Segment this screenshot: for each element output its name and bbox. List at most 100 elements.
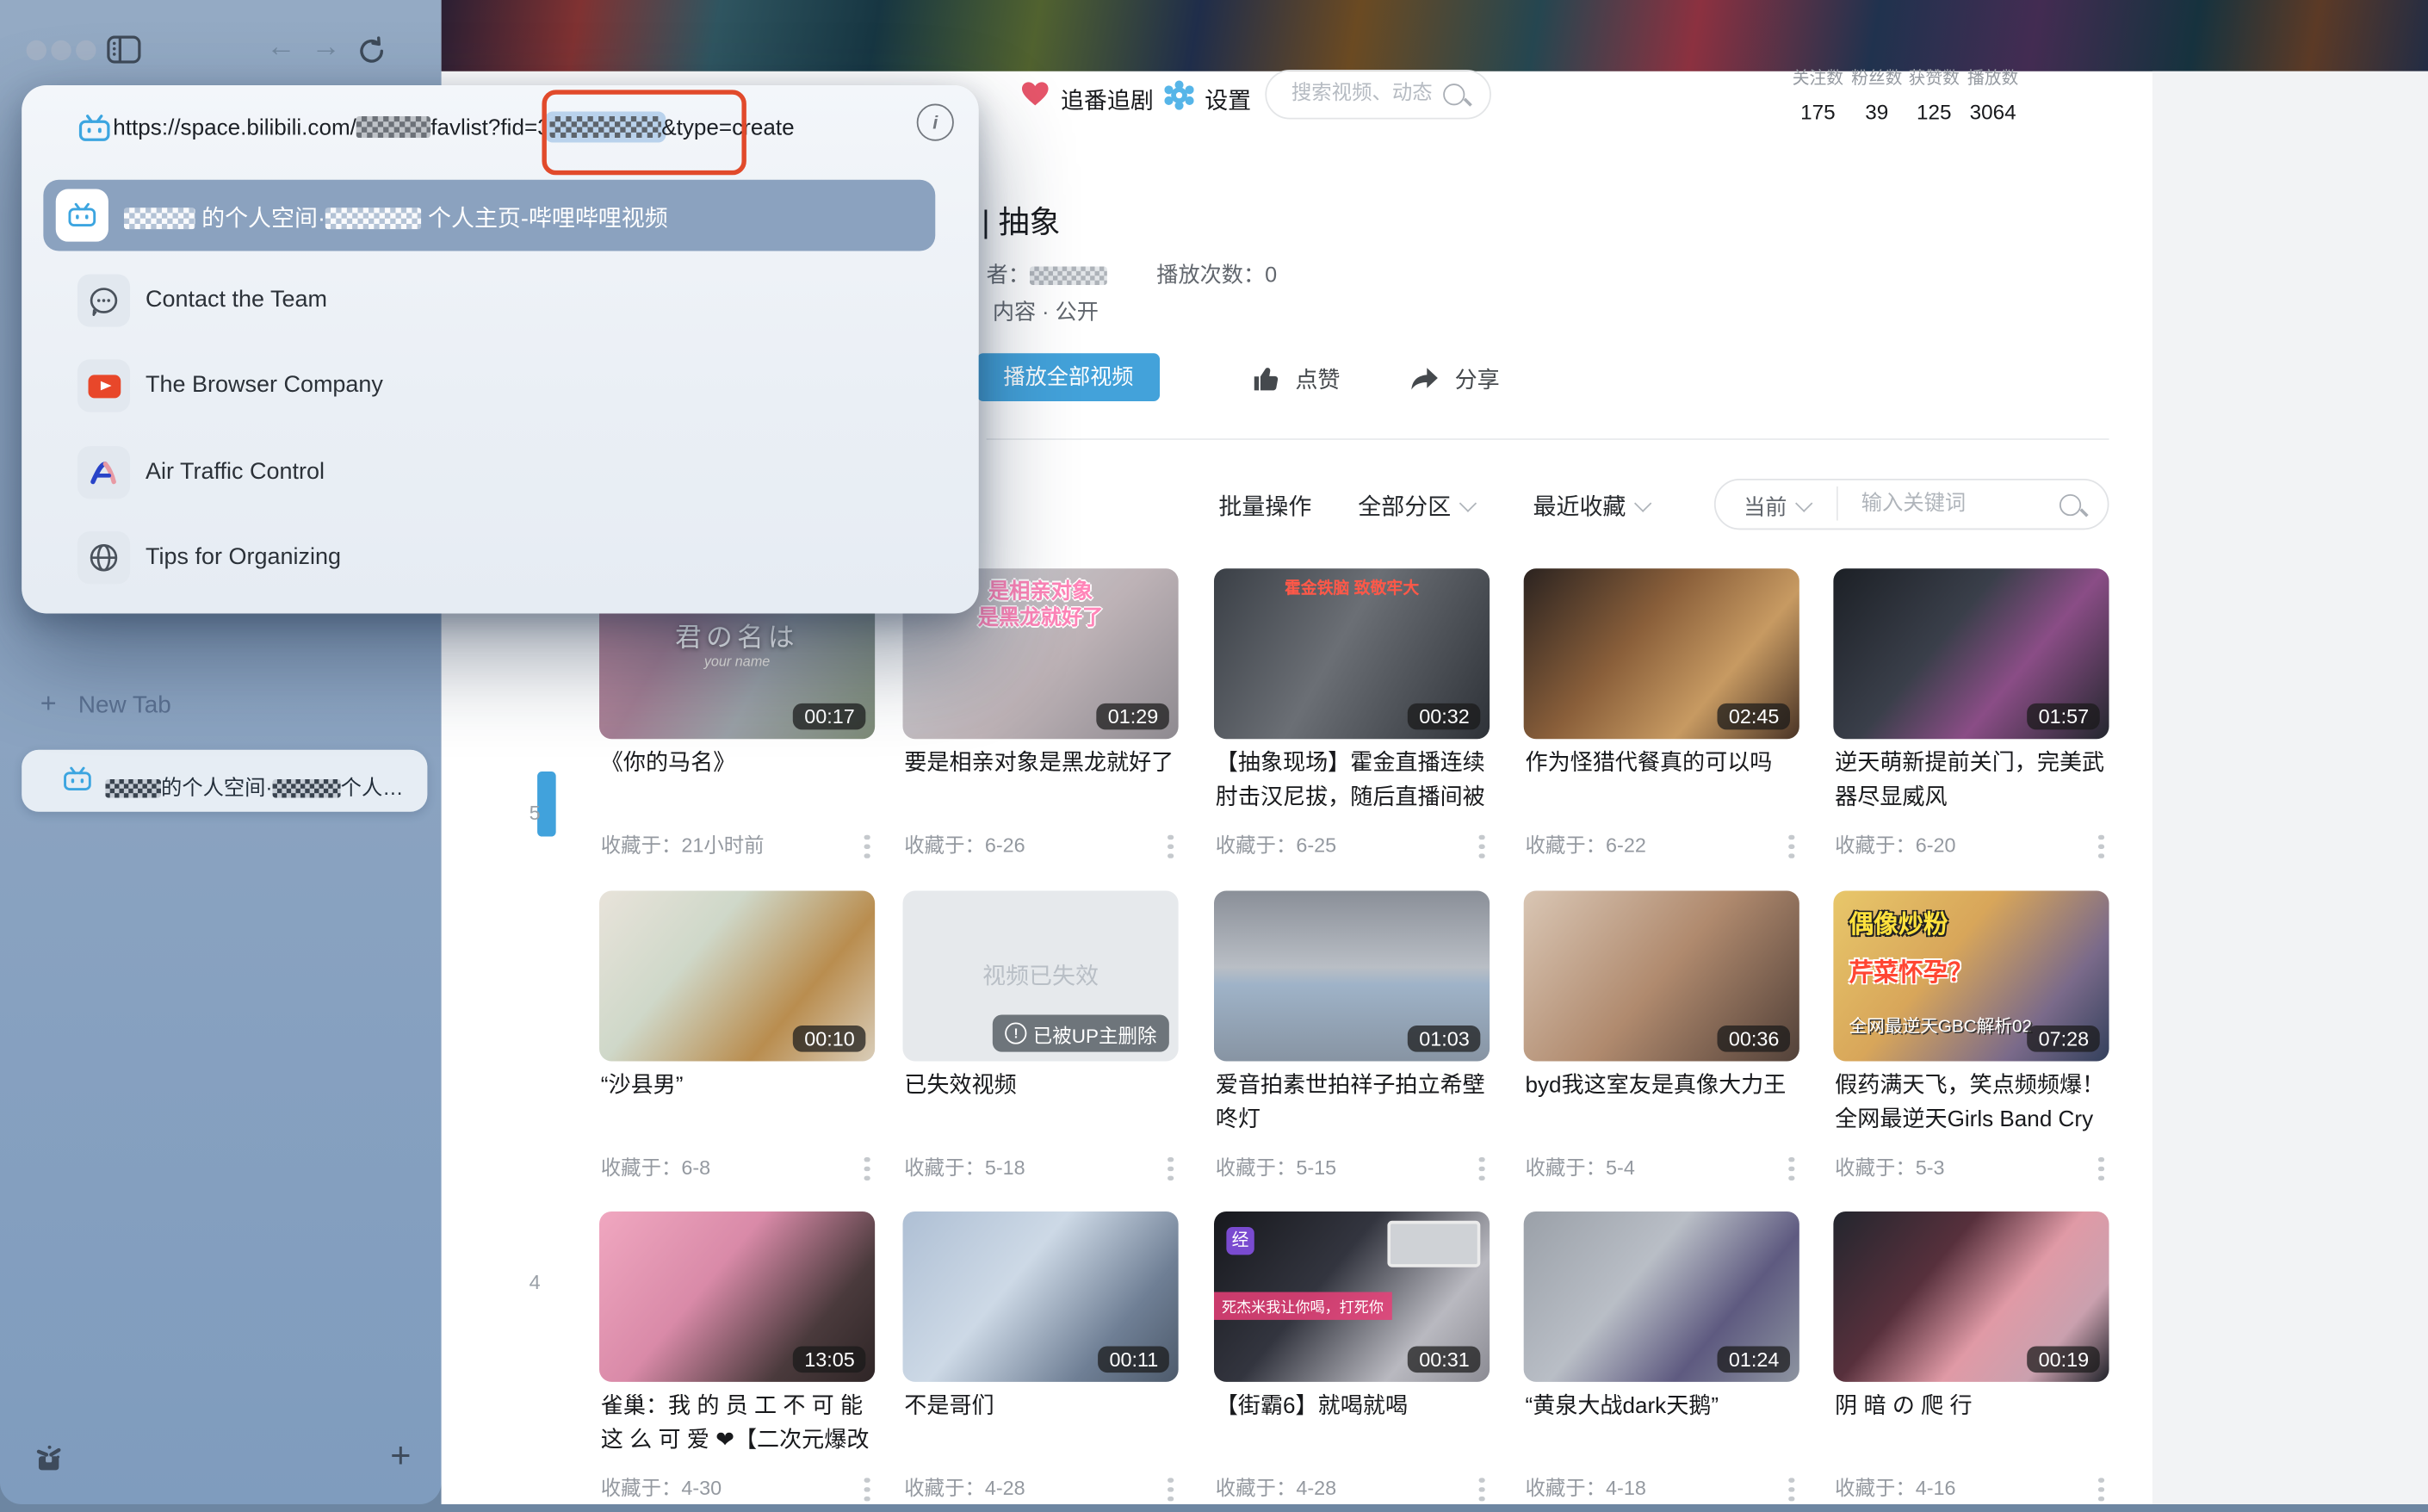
more-icon[interactable] [1168, 830, 1174, 862]
video-thumbnail[interactable]: 13:05 [599, 1211, 875, 1382]
menu-item-browser-company[interactable]: The Browser Company [43, 351, 957, 419]
video-card-invalid[interactable]: 视频已失效 !已被UP主删除 已失效视频 收藏于：5-18 [903, 891, 1179, 1186]
video-card[interactable]: 00:19 阴 暗 の 爬 行 收藏于：4-16 [1833, 1211, 2109, 1504]
video-card[interactable]: 霍金铁脑 致敬牢大 00:32 【抽象现场】霍金直播连续肘击汉尼拔，随后直播间被… [1214, 568, 1490, 863]
more-icon[interactable] [1479, 1473, 1485, 1504]
youtube-icon [77, 359, 130, 412]
video-title[interactable]: 作为怪猎代餐真的可以吗 [1525, 748, 1798, 782]
video-thumbnail[interactable]: 00:11 [903, 1211, 1179, 1382]
suggestion-title: 的个人空间· 个人主页-哔哩哔哩视频 [124, 201, 921, 234]
batch-actions-button[interactable]: 批量操作 [1218, 490, 1311, 523]
sidebar-toggle-icon[interactable] [107, 35, 141, 71]
video-card[interactable]: 01:03 爱音拍素世拍祥子拍立希壁咚灯 收藏于：5-15 [1214, 891, 1490, 1186]
stat-plays[interactable]: 播放数3064 [1962, 65, 2024, 124]
keyword-search-box[interactable]: 当前 [1714, 479, 2109, 530]
duration-badge: 00:11 [1099, 1346, 1169, 1373]
video-title[interactable]: 阴 暗 の 爬 行 [1835, 1391, 2108, 1425]
video-card[interactable]: 01:24 “黄泉大战dark天鹅” 收藏于：4-18 [1524, 1211, 1799, 1504]
video-card[interactable]: 13:05 雀巢：我 的 员 工 不 可 能 这 么 可 爱 ❤【二次元爆改 收… [599, 1211, 875, 1504]
more-icon[interactable] [1168, 1153, 1174, 1185]
video-card[interactable]: 01:57 逆天萌新提前关门，完美武器尽显威风 收藏于：6-20 [1833, 568, 2109, 863]
new-tab-button[interactable]: +New Tab [40, 688, 171, 721]
video-title[interactable]: 不是哥们 [904, 1391, 1177, 1425]
video-thumbnail[interactable]: 00:19 [1833, 1211, 2109, 1382]
scope-dropdown[interactable]: 当前 [1744, 491, 1810, 522]
more-icon[interactable] [2098, 1473, 2104, 1504]
more-icon[interactable] [1479, 1153, 1485, 1185]
forward-icon[interactable]: → [311, 31, 340, 65]
category-dropdown[interactable]: 全部分区 [1358, 490, 1474, 523]
info-icon[interactable]: i [917, 104, 954, 141]
video-title[interactable]: 《你的马名》 [601, 748, 874, 782]
video-thumbnail[interactable]: 00:36 [1524, 891, 1799, 1062]
play-all-button[interactable]: 播放全部视频 [977, 353, 1160, 401]
active-tab[interactable]: 的个人空间·个人… [22, 750, 427, 812]
video-card[interactable]: 经 死杰米我让你喝，打死你 00:31 【街霸6】就喝就喝 收藏于：4-28 [1214, 1211, 1490, 1504]
sort-dropdown[interactable]: 最近收藏 [1533, 490, 1649, 523]
menu-item-contact[interactable]: Contact the Team [43, 266, 957, 334]
video-title[interactable]: 爱音拍素世拍祥子拍立希壁咚灯 [1216, 1070, 1489, 1137]
more-icon[interactable] [1479, 830, 1485, 862]
back-icon[interactable]: ← [266, 31, 295, 65]
reload-icon[interactable] [356, 35, 387, 74]
invalid-thumbnail[interactable]: 视频已失效 !已被UP主删除 [903, 891, 1179, 1062]
more-icon[interactable] [1168, 1473, 1174, 1504]
video-title[interactable]: 要是相亲对象是黑龙就好了 [904, 748, 1177, 782]
url-bar[interactable]: https://space.bilibili.com/favlist?fid=3… [22, 90, 978, 170]
nav-settings[interactable]: 设置 [1205, 84, 1251, 116]
video-thumbnail[interactable]: 01:03 [1214, 891, 1490, 1062]
video-title[interactable]: “黄泉大战dark天鹅” [1525, 1391, 1798, 1425]
video-title[interactable]: 逆天萌新提前关门，完美武器尽显威风 [1835, 748, 2108, 815]
duration-badge: 07:28 [2028, 1026, 2100, 1052]
video-title[interactable]: “沙县男” [601, 1070, 874, 1104]
stat-followers[interactable]: 粉丝数39 [1846, 65, 1908, 124]
video-thumbnail[interactable]: 01:24 [1524, 1211, 1799, 1382]
more-icon[interactable] [1788, 1473, 1794, 1504]
header-search-box[interactable] [1265, 70, 1491, 120]
url-text[interactable]: https://space.bilibili.com/favlist?fid=3… [113, 116, 794, 141]
window-zoom-button[interactable] [76, 40, 96, 60]
video-title[interactable]: 雀巢：我 的 员 工 不 可 能 这 么 可 爱 ❤【二次元爆改 [601, 1391, 874, 1458]
video-card[interactable]: 00:10 “沙县男” 收藏于：6-8 [599, 891, 875, 1186]
video-title[interactable]: 【抽象现场】霍金直播连续肘击汉尼拔，随后直播间被封 [1216, 748, 1489, 816]
more-icon[interactable] [864, 1153, 870, 1185]
video-title[interactable]: 假药满天飞，笑点频频爆！全网最逆天Girls Band Cry解析 [1835, 1070, 2108, 1138]
folder-count: 5 [510, 801, 541, 824]
stat-likes[interactable]: 获赞数125 [1903, 65, 1965, 124]
menu-item-air-traffic-control[interactable]: Air Traffic Control [43, 438, 957, 506]
more-icon[interactable] [1788, 1153, 1794, 1185]
video-thumbnail[interactable]: 经 死杰米我让你喝，打死你 00:31 [1214, 1211, 1490, 1382]
more-icon[interactable] [864, 1473, 870, 1504]
nav-bangumi[interactable]: 追番追剧 [1061, 84, 1154, 116]
duration-badge: 01:29 [1097, 703, 1169, 730]
menu-item-tips[interactable]: Tips for Organizing [43, 524, 957, 592]
video-card[interactable]: 00:36 byd我这室友是真像大力王 收藏于：5-4 [1524, 891, 1799, 1186]
video-title[interactable]: 【街霸6】就喝就喝 [1216, 1391, 1489, 1425]
video-thumbnail[interactable]: 霍金铁脑 致敬牢大 00:32 [1214, 568, 1490, 739]
video-title[interactable]: byd我这室友是真像大力王 [1525, 1070, 1798, 1104]
stat-following[interactable]: 关注数175 [1787, 65, 1849, 124]
video-card[interactable]: 偶像炒粉芹菜怀孕？全网最逆天GBC解析02 07:28 假药满天飞，笑点频频爆！… [1833, 891, 2109, 1186]
more-icon[interactable] [1788, 830, 1794, 862]
video-thumbnail[interactable]: 偶像炒粉芹菜怀孕？全网最逆天GBC解析02 07:28 [1833, 891, 2109, 1062]
add-space-button[interactable]: + [390, 1435, 411, 1477]
video-card[interactable]: 00:11 不是哥们 收藏于：4-28 [903, 1211, 1179, 1504]
video-thumbnail[interactable]: 01:57 [1833, 568, 2109, 739]
video-title[interactable]: 已失效视频 [904, 1070, 1177, 1104]
video-thumbnail[interactable]: 02:45 [1524, 568, 1799, 739]
header-search-input[interactable] [1288, 79, 1449, 106]
settings-gear-icon [1164, 81, 1193, 118]
window-close-button[interactable] [27, 40, 46, 60]
library-gift-icon[interactable] [34, 1444, 64, 1481]
like-button[interactable]: 点赞 [1253, 363, 1341, 400]
collection-visibility: 内容 · 公开 [993, 296, 1099, 327]
video-card[interactable]: 02:45 作为怪猎代餐真的可以吗 收藏于：6-22 [1524, 568, 1799, 863]
video-thumbnail[interactable]: 00:10 [599, 891, 875, 1062]
share-button[interactable]: 分享 [1410, 363, 1499, 400]
keyword-input[interactable] [1858, 490, 2050, 517]
suggestion-selected[interactable]: 的个人空间· 个人主页-哔哩哔哩视频 [43, 180, 935, 251]
more-icon[interactable] [2098, 830, 2104, 862]
more-icon[interactable] [2098, 1153, 2104, 1185]
more-icon[interactable] [864, 830, 870, 862]
window-minimize-button[interactable] [51, 40, 71, 60]
